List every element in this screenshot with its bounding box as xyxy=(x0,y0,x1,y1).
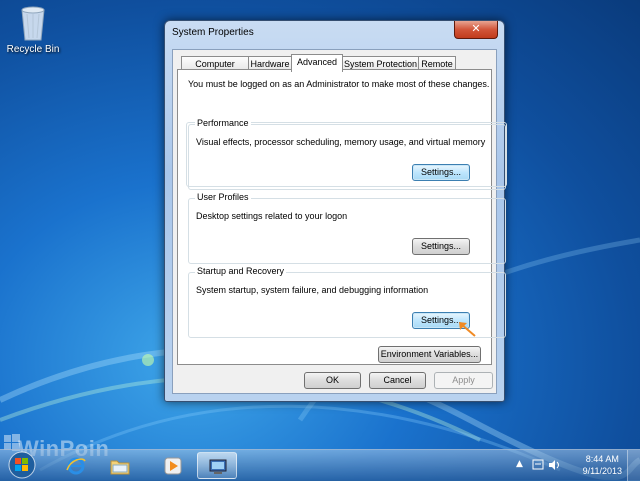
taskbar-system-properties[interactable] xyxy=(197,452,237,479)
system-properties-icon xyxy=(209,459,227,474)
show-desktop-button[interactable] xyxy=(627,450,640,481)
pointer-arrow-icon xyxy=(459,322,476,337)
media-player-icon xyxy=(164,457,182,475)
window-title: System Properties xyxy=(172,27,254,38)
close-button[interactable]: ✕ xyxy=(454,21,498,39)
close-icon: ✕ xyxy=(471,22,481,35)
user-profiles-description: Desktop settings related to your logon xyxy=(196,211,348,221)
show-hidden-icons-icon[interactable]: ▲ xyxy=(516,459,523,469)
notification-area: ▲ 8:44 AM 9/11/2013 xyxy=(510,450,640,481)
dialog-client-area: Computer Name Hardware Advanced System P… xyxy=(172,49,507,394)
startup-recovery-description: System startup, system failure, and debu… xyxy=(196,285,429,295)
user-profiles-settings-button[interactable]: Settings... xyxy=(412,238,470,255)
startup-recovery-title: Startup and Recovery xyxy=(195,266,287,276)
administrator-notice: You must be logged on as an Administrato… xyxy=(188,79,490,89)
volume-icon[interactable] xyxy=(548,459,560,471)
environment-variables-button[interactable]: Environment Variables... xyxy=(378,346,481,363)
taskbar: ▲ 8:44 AM 9/11/2013 xyxy=(0,449,640,481)
internet-explorer-icon xyxy=(66,457,86,475)
system-properties-window: System Properties ✕ Computer Name Hardwa… xyxy=(164,20,507,402)
tab-advanced[interactable]: Advanced xyxy=(291,54,343,72)
recycle-bin-label: Recycle Bin xyxy=(6,44,60,55)
performance-group-box: Performance Visual effects, processor sc… xyxy=(188,118,506,190)
apply-button[interactable]: Apply xyxy=(434,372,493,389)
recycle-bin-shortcut[interactable]: Recycle Bin xyxy=(4,4,62,55)
user-profiles-title: User Profiles xyxy=(195,192,251,202)
ok-button[interactable]: OK xyxy=(304,372,361,389)
performance-description: Visual effects, processor scheduling, me… xyxy=(196,137,486,147)
performance-title: Performance xyxy=(195,118,251,128)
cancel-button[interactable]: Cancel xyxy=(369,372,426,389)
clock-time: 8:44 AM xyxy=(585,454,619,464)
taskbar-internet-explorer[interactable] xyxy=(56,452,96,479)
clock-date: 9/11/2013 xyxy=(582,466,622,476)
system-clock[interactable]: 8:44 AM 9/11/2013 xyxy=(583,453,622,477)
taskbar-media-player[interactable] xyxy=(153,452,193,479)
performance-settings-button[interactable]: Settings... xyxy=(412,164,470,181)
folder-icon xyxy=(110,460,130,475)
user-profiles-group-box: User Profiles Desktop settings related t… xyxy=(188,192,506,264)
recycle-bin-icon xyxy=(21,6,45,41)
start-button[interactable] xyxy=(6,450,38,481)
taskbar-windows-explorer[interactable] xyxy=(100,452,140,479)
action-center-flag-icon[interactable] xyxy=(532,459,544,471)
